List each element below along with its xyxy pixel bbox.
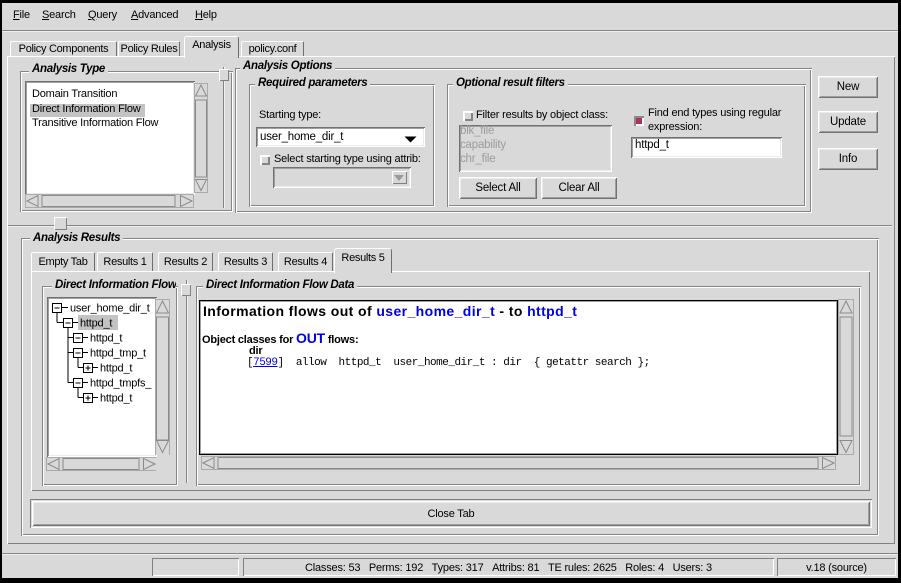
svg-text:httpd_t: httpd_t: [90, 333, 122, 345]
svg-text:httpd_tmp_t: httpd_tmp_t: [90, 348, 146, 360]
svg-text:httpd_tmpfs_: httpd_tmpfs_: [90, 378, 152, 390]
svg-text:httpd_t: httpd_t: [80, 318, 112, 330]
svg-text:httpd_t: httpd_t: [100, 393, 132, 405]
svg-text:httpd_t: httpd_t: [100, 363, 132, 375]
svg-text:user_home_dir_t: user_home_dir_t: [70, 303, 150, 315]
